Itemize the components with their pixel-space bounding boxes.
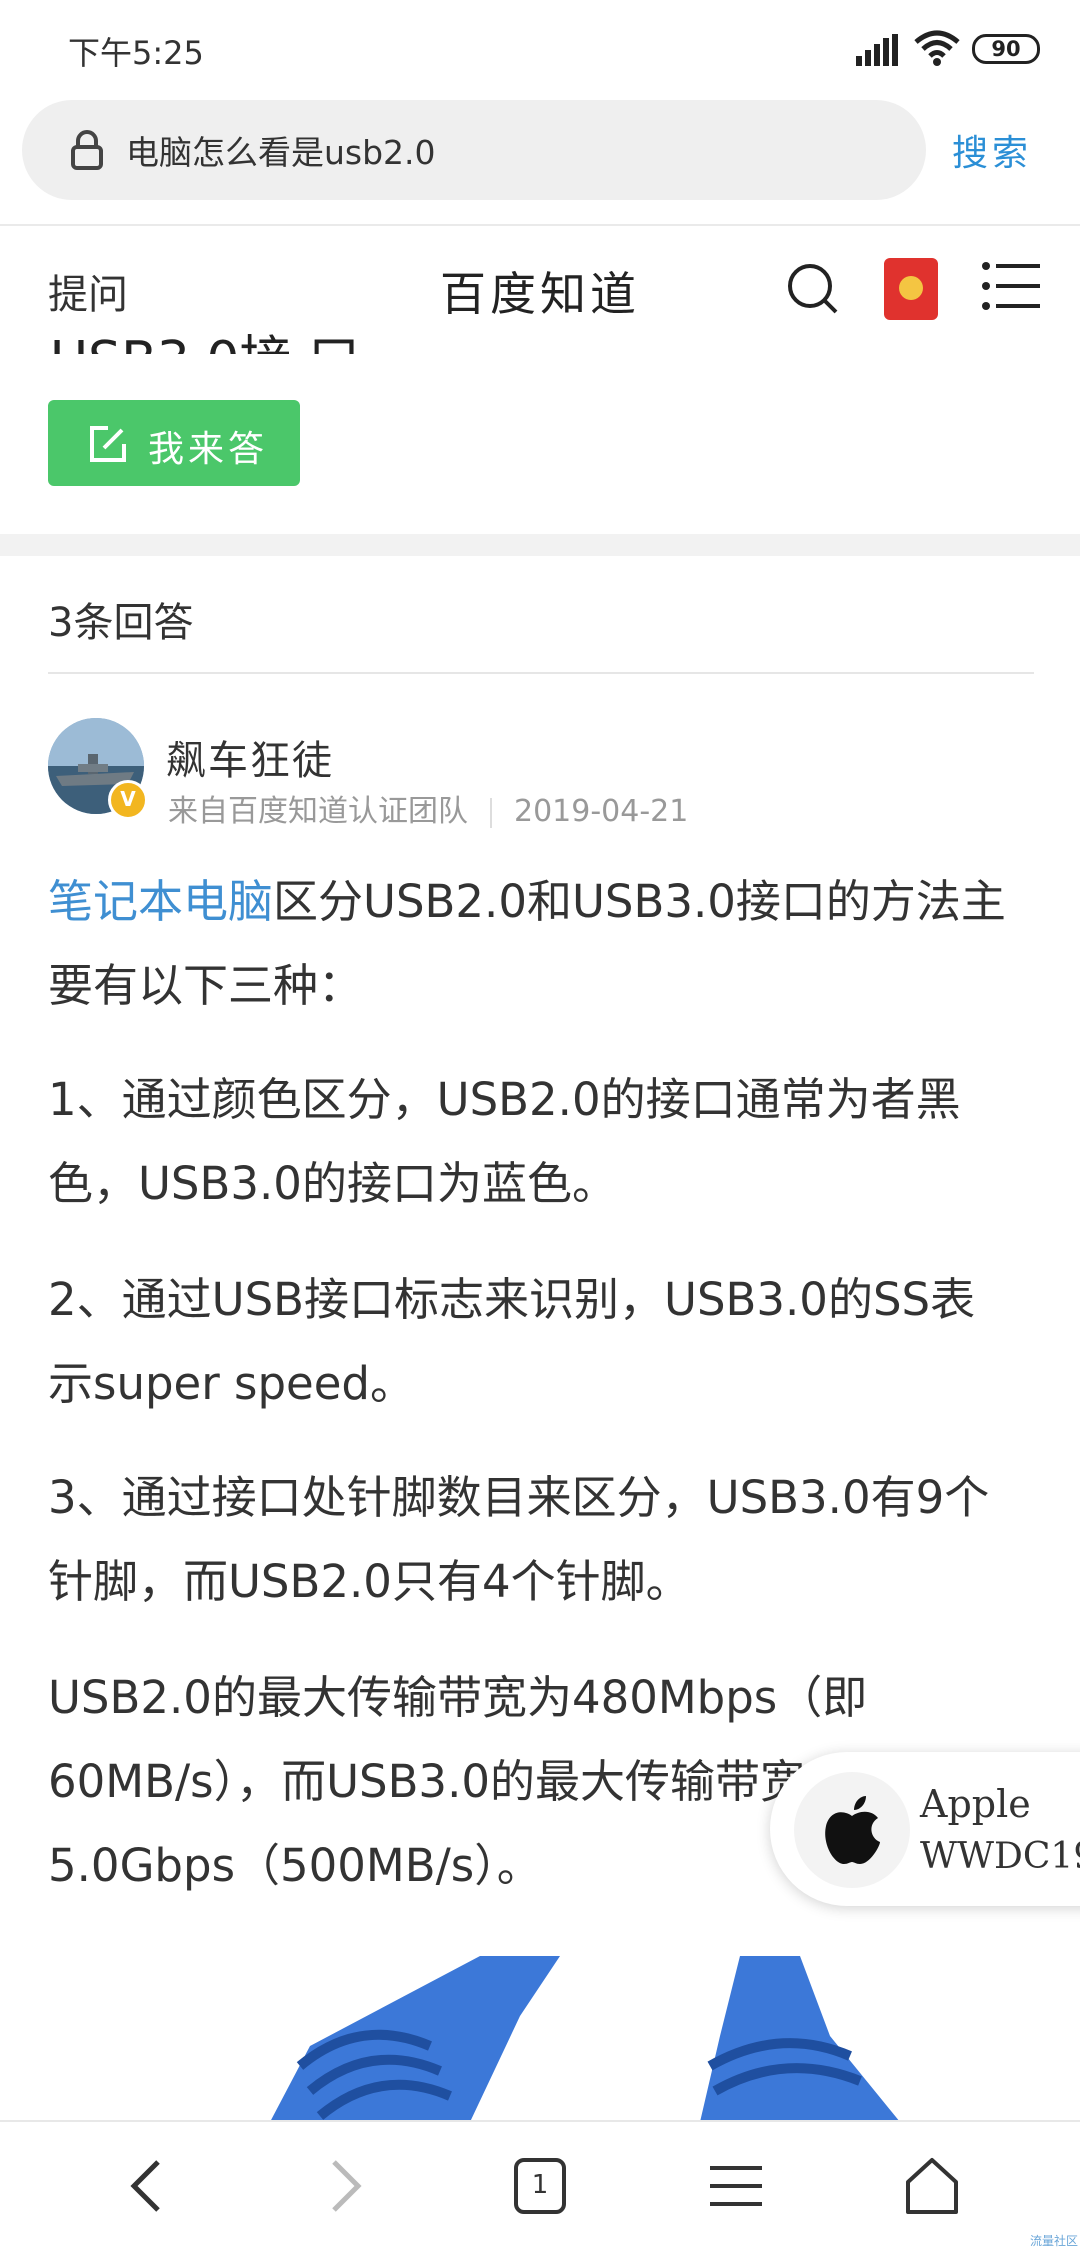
search-icon[interactable]: [786, 262, 838, 314]
promo-line1: Apple: [920, 1782, 1031, 1826]
tab-count: 1: [531, 2170, 549, 2200]
answer-paragraph: 笔记本电脑区分USB2.0和USB3.0接口的方法主要有以下三种：: [48, 860, 1008, 1028]
status-bar: 下午5:25 90: [0, 0, 1080, 96]
answer-paragraph: 2、通过USB接口标志来识别，USB3.0的SS表示super speed。: [48, 1273, 976, 1410]
keyword-link[interactable]: 笔记本电脑: [48, 875, 273, 928]
answer-button-label: 我来答: [148, 429, 269, 470]
menu-icon[interactable]: [706, 2156, 766, 2216]
watermark: 流量社区: [1030, 2234, 1079, 2248]
bottom-navigation: 1: [0, 2120, 1080, 2250]
divider: [0, 224, 1080, 226]
signal-icon: [856, 34, 898, 66]
floating-promo-card[interactable]: Apple WWDC19: [770, 1752, 1080, 1906]
battery-indicator: 90: [972, 34, 1040, 64]
verified-badge: V: [108, 780, 148, 820]
apple-logo-icon: [794, 1772, 910, 1888]
divider: [48, 672, 1034, 674]
author-name[interactable]: 飙车狂徒: [166, 728, 334, 786]
answer-image[interactable]: [0, 1956, 1080, 2122]
answer-date: 2019-04-21: [514, 794, 689, 829]
red-packet-icon[interactable]: [884, 258, 938, 320]
question-title-fragment: USB3.0接 口: [50, 318, 360, 354]
search-button[interactable]: 搜索: [952, 124, 1032, 176]
answer-paragraph: 1、通过颜色区分，USB2.0的接口通常为者黑色，USB3.0的接口为蓝色。: [48, 1073, 961, 1210]
answer-count: 3条回答: [48, 600, 194, 646]
promo-line2: WWDC19: [920, 1836, 1080, 1877]
tabs-button[interactable]: 1: [510, 2156, 570, 2216]
answer-button[interactable]: 我来答: [48, 400, 300, 486]
home-icon[interactable]: [902, 2156, 962, 2216]
back-icon[interactable]: [118, 2156, 178, 2216]
answer-paragraph: 3、通过接口处针脚数目来区分，USB3.0有9个针脚，而USB2.0只有4个针脚…: [48, 1471, 990, 1608]
author-meta: 来自百度知道认证团队 2019-04-21: [168, 786, 688, 830]
wifi-icon: [914, 30, 960, 66]
menu-icon[interactable]: [982, 262, 1040, 310]
status-time: 下午5:25: [68, 34, 204, 72]
lock-icon: [71, 130, 103, 170]
edit-icon: [90, 426, 126, 462]
author-source: 来自百度知道认证团队: [168, 794, 468, 829]
address-query[interactable]: 电脑怎么看是usb2.0: [126, 126, 436, 174]
section-gap: [0, 534, 1080, 556]
forward-icon[interactable]: [314, 2156, 374, 2216]
